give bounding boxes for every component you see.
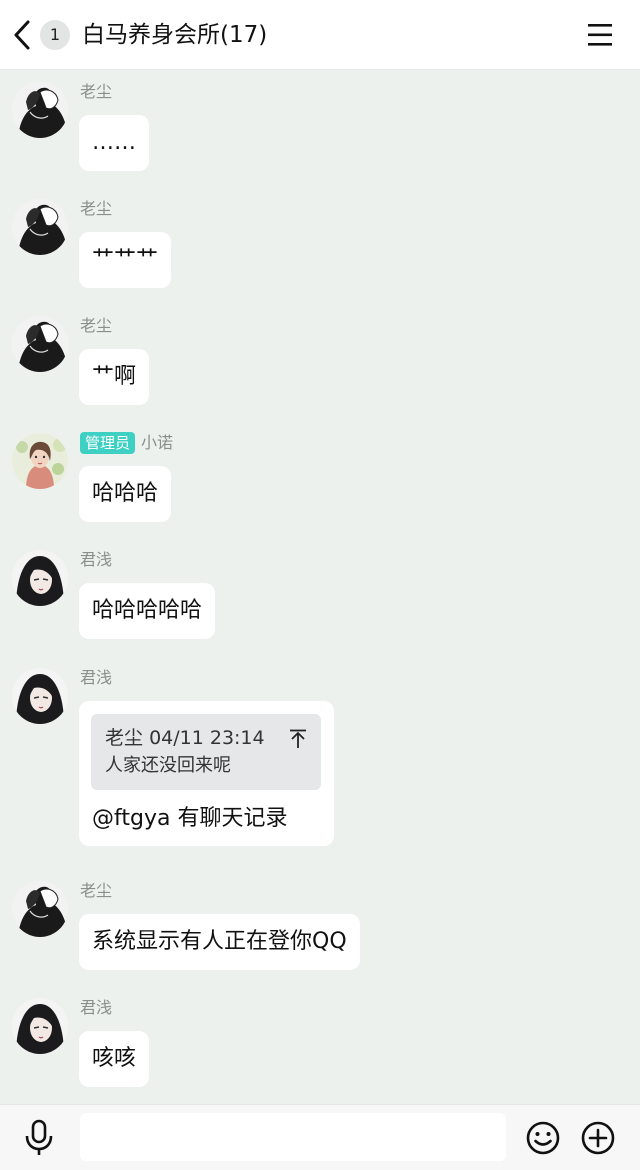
- avatar[interactable]: [12, 668, 68, 724]
- message-item: 君浅 老尘 04/11 23:14 人家还没回来呢 @ftgya 有聊天记录: [0, 656, 640, 866]
- message-item: 老尘 艹啊: [0, 304, 640, 419]
- sender-name[interactable]: 老尘: [80, 880, 112, 902]
- message-text: @ftgya 有聊天记录: [92, 806, 288, 831]
- plus-circle-icon[interactable]: [580, 1120, 616, 1156]
- quote-time: 04/11 23:14: [149, 727, 265, 749]
- input-bar: [0, 1104, 640, 1170]
- message-bubble[interactable]: ……: [79, 115, 149, 171]
- avatar[interactable]: [12, 316, 68, 372]
- message-item: 君浅 哈哈哈哈哈: [0, 538, 640, 653]
- sender-name[interactable]: 君浅: [80, 667, 112, 689]
- avatar[interactable]: [12, 199, 68, 255]
- message-bubble[interactable]: 艹艹艹: [79, 232, 172, 288]
- message-bubble[interactable]: 老尘 04/11 23:14 人家还没回来呢 @ftgya 有聊天记录: [79, 701, 334, 846]
- message-bubble[interactable]: 艹啊: [79, 349, 150, 405]
- quoted-message[interactable]: 老尘 04/11 23:14 人家还没回来呢: [91, 714, 321, 790]
- message-bubble[interactable]: 系统显示有人正在登你QQ: [79, 914, 360, 970]
- avatar[interactable]: [12, 433, 68, 489]
- back-button[interactable]: 1: [12, 14, 74, 56]
- message-bubble[interactable]: 哈哈哈哈哈: [79, 583, 216, 639]
- avatar[interactable]: [12, 550, 68, 606]
- sender-name[interactable]: 管理员 小诺: [80, 432, 173, 454]
- chevron-left-icon: [14, 20, 30, 50]
- unread-count-badge: 1: [40, 20, 70, 50]
- sender-name[interactable]: 君浅: [80, 549, 112, 571]
- message-bubble[interactable]: 哈哈哈: [79, 466, 172, 522]
- quote-author: 老尘: [105, 727, 144, 749]
- menu-button[interactable]: [586, 22, 616, 48]
- sender-name[interactable]: 君浅: [80, 997, 112, 1019]
- message-item: 管理员 小诺 哈哈哈: [0, 421, 640, 536]
- smiley-icon[interactable]: [525, 1120, 561, 1156]
- sender-name[interactable]: 老尘: [80, 315, 112, 337]
- avatar[interactable]: [12, 998, 68, 1054]
- message-input[interactable]: [80, 1113, 506, 1161]
- avatar[interactable]: [12, 82, 68, 138]
- hamburger-menu-icon: [588, 24, 612, 46]
- chat-header: 1 白马养身会所(17): [0, 0, 640, 70]
- admin-badge: 管理员: [80, 432, 136, 454]
- message-bubble[interactable]: 咳咳: [79, 1031, 150, 1087]
- avatar[interactable]: [12, 881, 68, 937]
- sender-name[interactable]: 老尘: [80, 81, 112, 103]
- microphone-icon[interactable]: [24, 1119, 54, 1157]
- chat-title: 白马养身会所(17): [82, 22, 268, 48]
- quote-text: 人家还没回来呢: [105, 755, 231, 776]
- quote-header: 老尘 04/11 23:14: [105, 724, 309, 752]
- message-item: 老尘 系统显示有人正在登你QQ: [0, 869, 640, 984]
- message-item: 老尘 艹艹艹: [0, 187, 640, 302]
- sender-name[interactable]: 老尘: [80, 198, 112, 220]
- jump-to-top-icon[interactable]: [289, 729, 307, 749]
- message-item: 君浅 咳咳: [0, 986, 640, 1101]
- message-item: 老尘 ……: [0, 70, 640, 185]
